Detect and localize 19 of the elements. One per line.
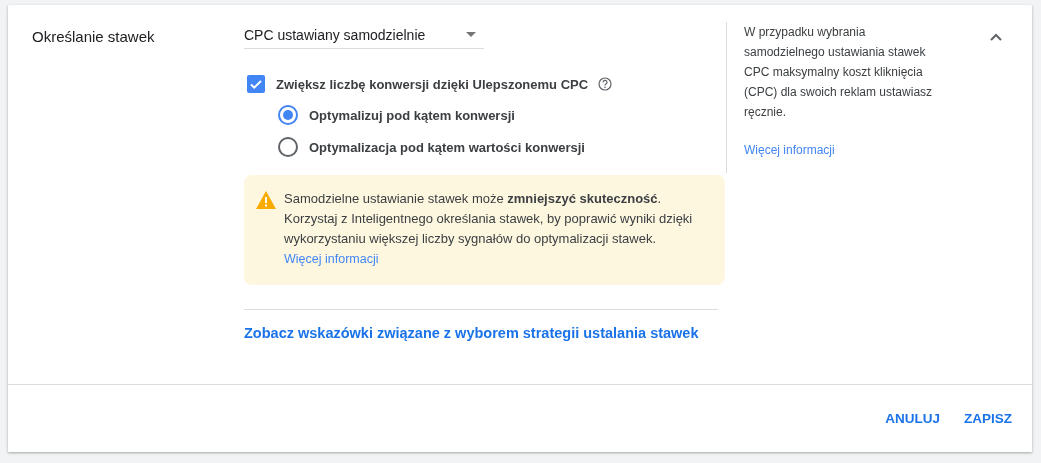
caret-icon [466,32,476,37]
help-text: W przypadku wybrania samodzielnego ustawiania stawek CPC maksymalny koszt kliknięcia (CPC) dla swoich reklam ustawiasz ręcznie. [744,24,934,121]
warning-icon [256,191,276,209]
radio-button[interactable] [278,105,298,125]
footer-button[interactable]: ANULUJ [877,405,948,432]
checkbox[interactable] [247,75,265,93]
warning-text: Samodzielne ustawianie stawek może zmniejszyć skuteczność. Korzystaj z Inteligentnego określania stawek, by poprawić wyniki dzięki wykorzystaniu większej liczby sygnałów do optymalizacji stawek. [284,190,694,248]
checkbox-label: Zwiększ liczbę konwersji dzięki Ulepszonemu CPC [276,76,589,92]
help-icon[interactable] [598,77,613,91]
radio-button[interactable] [278,137,298,157]
more-info-link[interactable]: Więcej informacji [284,249,379,269]
collapse-icon[interactable] [988,31,1004,43]
section-title: Określanie stawek [32,28,156,46]
bidding-dropdown[interactable]: CPC ustawiany samodzielnie [244,21,484,49]
radio-label: Optymalizacja pod kątem wartości konwersji [309,139,585,155]
radio-label: Optymalizuj pod kątem konwersji [309,107,515,123]
more-info-link[interactable]: Więcej informacji [744,140,835,160]
footer-button[interactable]: ZAPISZ [956,405,1020,432]
tips-link[interactable]: Zobacz wskazówki związane z wyborem strategii ustalania stawek [244,325,699,341]
